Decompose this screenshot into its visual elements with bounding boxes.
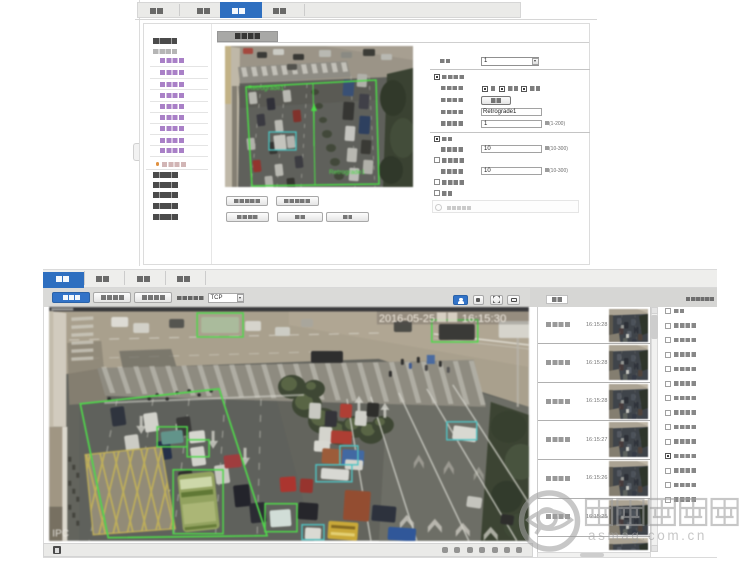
svg-text:Retrograde1: Retrograde1 (248, 85, 284, 92)
svg-text:IPC: IPC (52, 529, 69, 540)
svg-text:16:15:30: 16:15:30 (461, 313, 506, 325)
svg-text:2016-05-25: 2016-05-25 (378, 313, 434, 325)
svg-text:Retrograde1: Retrograde1 (329, 169, 365, 176)
